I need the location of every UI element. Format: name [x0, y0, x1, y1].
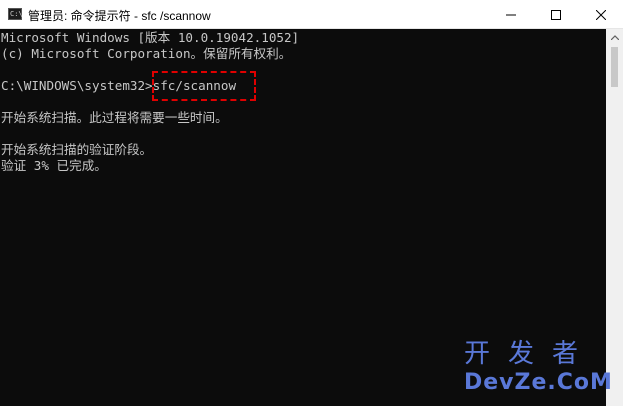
window-title: 管理员: 命令提示符 - sfc /scannow [28, 9, 211, 23]
scroll-thumb[interactable] [611, 47, 618, 87]
watermark-bottom-text: DevZe.CoM [464, 370, 613, 395]
maximize-icon [550, 9, 561, 20]
minimize-icon [505, 14, 516, 15]
cmd-app-icon[interactable]: C:\ [8, 8, 23, 20]
console-line-progress: 验证 3% 已完成。 [1, 158, 107, 173]
chevron-up-icon [610, 35, 619, 40]
title-bar[interactable]: C:\ 管理员: 命令提示符 - sfc /scannow [0, 0, 623, 29]
console-line-version: Microsoft Windows [版本 10.0.19042.1052] [1, 30, 300, 45]
scroll-up-button[interactable] [606, 29, 623, 46]
cmd-app-icon-glyph: C:\ [10, 10, 23, 18]
close-icon [595, 9, 606, 20]
console-line-verify-phase: 开始系统扫描的验证阶段。 [1, 142, 153, 157]
maximize-button[interactable] [533, 0, 578, 29]
command-prompt-window: C:\ 管理员: 命令提示符 - sfc /scannow Microsoft … [0, 0, 623, 406]
console-line-copyright: (c) Microsoft Corporation。保留所有权利。 [1, 46, 292, 61]
console-line-scan-start: 开始系统扫描。此过程将需要一些时间。 [1, 110, 228, 125]
minimize-button[interactable] [488, 0, 533, 29]
command-highlight-box [152, 71, 256, 101]
watermark-top-text: 开发者 [464, 339, 597, 369]
close-button[interactable] [578, 0, 623, 29]
site-watermark: 开发者 DevZe.CoM [464, 338, 614, 400]
